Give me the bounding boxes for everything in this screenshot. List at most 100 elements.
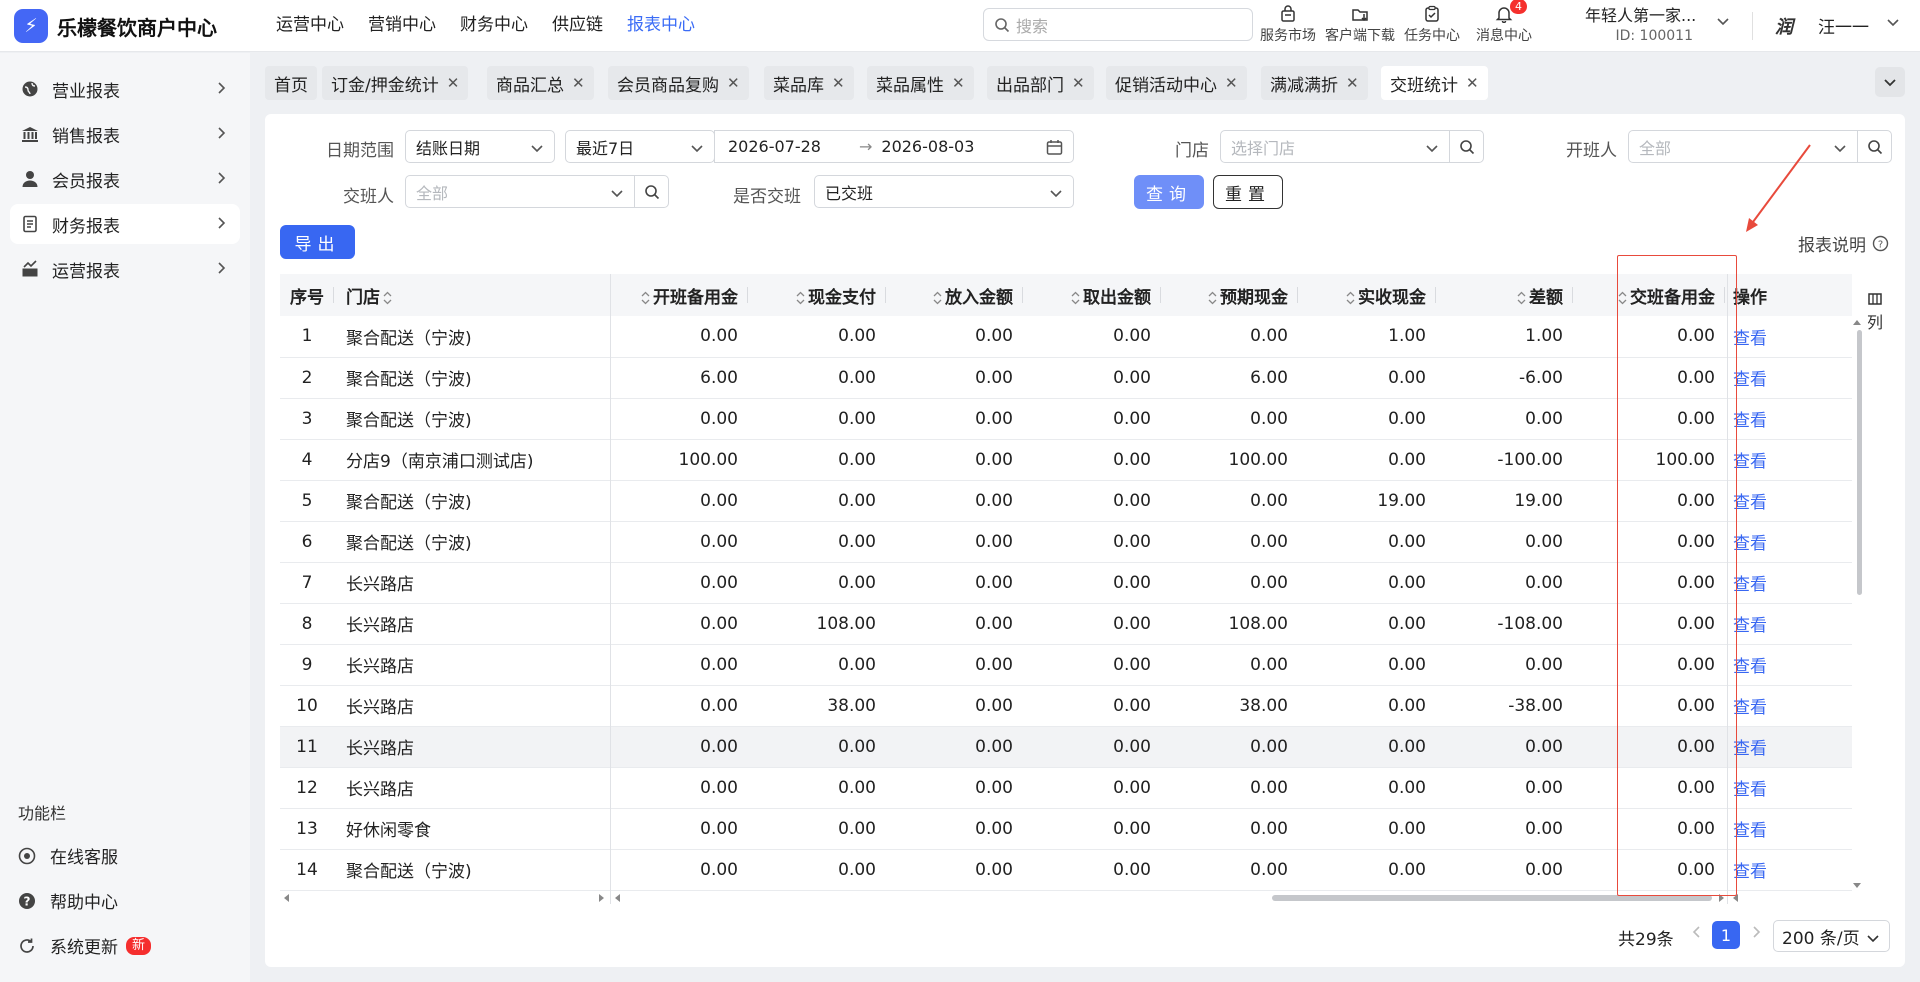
- tab-member-repurchase[interactable]: 会员商品复购 ✕: [608, 66, 749, 100]
- sidebar-item-operation[interactable]: 运营报表: [10, 249, 240, 289]
- store-search-button[interactable]: [1449, 131, 1483, 162]
- handover-search-button[interactable]: [634, 176, 668, 207]
- sidebar-item-business[interactable]: 营业报表: [10, 69, 240, 109]
- col-header-difference[interactable]: 差额: [1436, 274, 1573, 316]
- close-icon[interactable]: ✕: [952, 74, 965, 92]
- sort-icon[interactable]: [1346, 291, 1355, 305]
- view-link[interactable]: 查看: [1725, 398, 1852, 440]
- tab-home[interactable]: 首页: [265, 66, 317, 100]
- scroll-left-icon[interactable]: [613, 893, 621, 903]
- tab-output-dept[interactable]: 出品部门 ✕: [987, 66, 1094, 100]
- view-link[interactable]: 查看: [1725, 521, 1852, 563]
- view-link[interactable]: 查看: [1725, 767, 1852, 809]
- date-end[interactable]: 2026-08-03: [881, 137, 974, 156]
- chevron-down-icon[interactable]: [1886, 15, 1900, 29]
- col-header-handover-float[interactable]: 交班备用金: [1573, 274, 1725, 316]
- opener-search-button[interactable]: [1857, 131, 1891, 162]
- store-select[interactable]: 选择门店: [1220, 130, 1484, 163]
- topnav-item-finance[interactable]: 财务中心: [460, 0, 528, 52]
- scroll-right-icon[interactable]: [598, 893, 606, 903]
- tool-messages[interactable]: 4 消息中心: [1468, 0, 1540, 45]
- scroll-left-icon[interactable]: [282, 893, 290, 903]
- col-header-cash-out[interactable]: 取出金额: [1023, 274, 1161, 316]
- col-header-cash-in[interactable]: 放入金额: [886, 274, 1023, 316]
- tab-discounts[interactable]: 满减满折 ✕: [1261, 66, 1368, 100]
- close-icon[interactable]: ✕: [1225, 74, 1238, 92]
- vertical-scrollbar[interactable]: [1857, 330, 1862, 595]
- sort-icon[interactable]: [796, 291, 805, 305]
- sort-icon[interactable]: [641, 291, 650, 305]
- page-size-select[interactable]: 200 条/页: [1773, 920, 1890, 952]
- func-item-service[interactable]: 在线客服: [18, 843, 118, 868]
- scroll-down-icon[interactable]: [1852, 882, 1862, 890]
- page-number-button[interactable]: 1: [1712, 921, 1740, 949]
- view-link[interactable]: 查看: [1725, 726, 1852, 768]
- global-search[interactable]: 搜索: [983, 8, 1253, 41]
- tab-dish-library[interactable]: 菜品库 ✕: [764, 66, 854, 100]
- next-page-button[interactable]: [1751, 924, 1763, 944]
- sort-icon[interactable]: [383, 291, 392, 305]
- sort-icon[interactable]: [933, 291, 942, 305]
- scroll-left-icon[interactable]: [1731, 893, 1739, 903]
- date-range-picker[interactable]: 2026-07-28 → 2026-08-03: [714, 130, 1074, 163]
- scroll-right-icon[interactable]: [1718, 893, 1726, 903]
- horizontal-scrollbar[interactable]: [1272, 895, 1712, 901]
- close-icon[interactable]: ✕: [1346, 74, 1359, 92]
- date-start[interactable]: 2026-07-28: [728, 137, 821, 156]
- close-icon[interactable]: ✕: [447, 74, 460, 92]
- col-header-store[interactable]: 门店: [334, 274, 610, 316]
- scroll-up-icon[interactable]: [1852, 318, 1862, 326]
- app-logo[interactable]: ⚡ 乐檬餐饮商户中心: [14, 9, 217, 43]
- sort-icon[interactable]: [1517, 291, 1526, 305]
- column-settings-button[interactable]: 列: [1862, 290, 1888, 333]
- reset-button[interactable]: 重置: [1213, 175, 1283, 209]
- col-header-actual-cash[interactable]: 实收现金: [1298, 274, 1436, 316]
- close-icon[interactable]: ✕: [1466, 74, 1479, 92]
- sidebar-item-sales[interactable]: 销售报表: [10, 114, 240, 154]
- topnav-item-marketing[interactable]: 营销中心: [368, 0, 436, 52]
- view-link[interactable]: 查看: [1725, 685, 1852, 727]
- func-item-update[interactable]: 系统更新 新: [18, 933, 152, 958]
- tab-handover-stats[interactable]: 交班统计 ✕: [1381, 66, 1488, 100]
- account-switcher[interactable]: 年轻人第一家... ID: 100011: [1585, 2, 1696, 44]
- avatar[interactable]: 润: [1775, 13, 1793, 39]
- view-link[interactable]: 查看: [1725, 357, 1852, 399]
- view-link[interactable]: 查看: [1725, 316, 1852, 358]
- tool-download[interactable]: 客户端下载: [1324, 0, 1396, 45]
- view-link[interactable]: 查看: [1725, 808, 1852, 850]
- date-type-select[interactable]: 结账日期: [405, 130, 555, 163]
- export-button[interactable]: 导出: [280, 225, 355, 259]
- col-header-expected-cash[interactable]: 预期现金: [1161, 274, 1298, 316]
- col-header-open-float[interactable]: 开班备用金: [610, 274, 748, 316]
- query-button[interactable]: 查询: [1134, 175, 1204, 209]
- chevron-down-icon[interactable]: [1716, 14, 1730, 28]
- close-icon[interactable]: ✕: [1072, 74, 1085, 92]
- col-header-cash-pay[interactable]: 现金支付: [748, 274, 886, 316]
- view-link[interactable]: 查看: [1725, 439, 1852, 481]
- close-icon[interactable]: ✕: [572, 74, 585, 92]
- user-name[interactable]: 汪一一: [1818, 13, 1869, 38]
- prev-page-button[interactable]: [1690, 924, 1702, 944]
- is-handover-select[interactable]: 已交班: [814, 175, 1074, 208]
- view-link[interactable]: 查看: [1725, 849, 1852, 891]
- topnav-item-supply[interactable]: 供应链: [552, 0, 603, 52]
- tab-goods-summary[interactable]: 商品汇总 ✕: [487, 66, 594, 100]
- tabs-more-button[interactable]: [1875, 67, 1905, 97]
- calendar-icon[interactable]: [1046, 139, 1063, 156]
- sort-icon[interactable]: [1618, 291, 1627, 305]
- topnav-item-reports[interactable]: 报表中心: [627, 0, 695, 52]
- tool-task[interactable]: 任务中心: [1396, 0, 1468, 45]
- view-link[interactable]: 查看: [1725, 644, 1852, 686]
- handover-select[interactable]: 全部: [405, 175, 669, 208]
- sort-icon[interactable]: [1208, 291, 1217, 305]
- date-preset-select[interactable]: 最近7日: [565, 130, 715, 163]
- close-icon[interactable]: ✕: [727, 74, 740, 92]
- view-link[interactable]: 查看: [1725, 562, 1852, 604]
- sidebar-item-member[interactable]: 会员报表: [10, 159, 240, 199]
- tab-dish-attr[interactable]: 菜品属性 ✕: [867, 66, 974, 100]
- func-item-help[interactable]: ? 帮助中心: [18, 888, 118, 913]
- tool-store[interactable]: 服务市场: [1252, 0, 1324, 45]
- sidebar-item-finance[interactable]: 财务报表: [10, 204, 240, 244]
- topnav-item-ops[interactable]: 运营中心: [276, 0, 344, 52]
- tab-promotions[interactable]: 促销活动中心 ✕: [1106, 66, 1247, 100]
